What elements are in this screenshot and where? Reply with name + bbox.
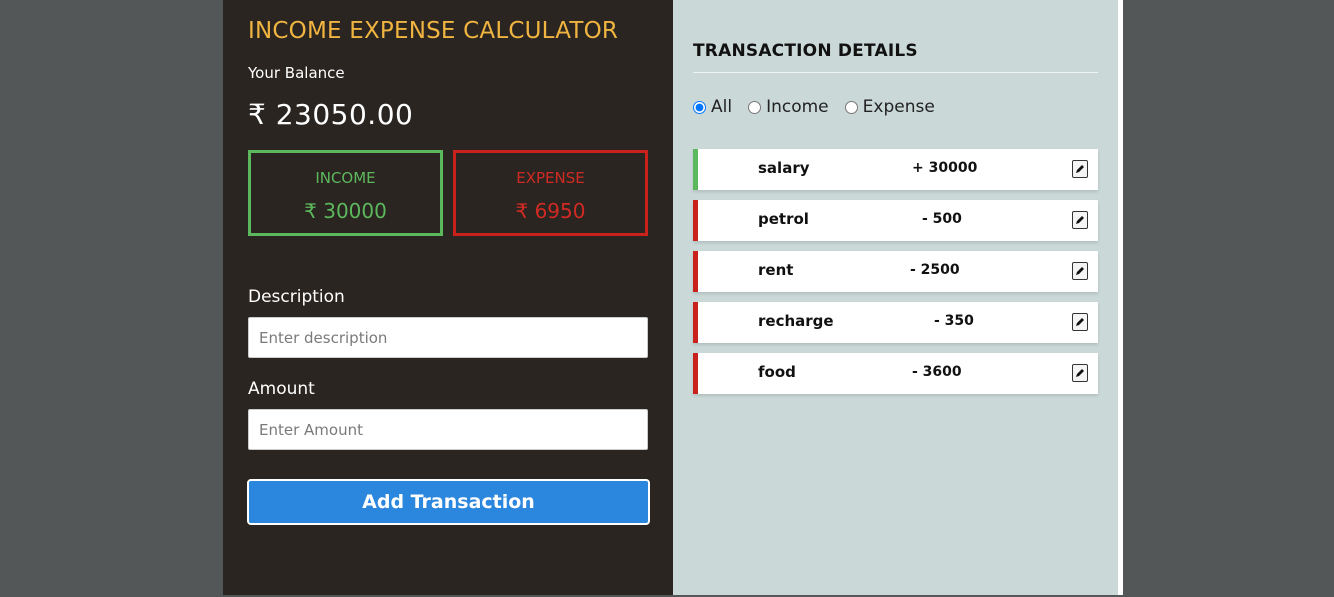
expense-value: ₹ 6950 — [515, 199, 586, 223]
description-label: Description — [248, 287, 345, 307]
pencil-icon — [1076, 369, 1084, 377]
transaction-name: petrol — [758, 210, 809, 228]
income-value: ₹ 30000 — [304, 199, 387, 223]
edit-transaction-button[interactable] — [1072, 160, 1088, 178]
transaction-name: food — [758, 363, 796, 381]
transaction-name: salary — [758, 159, 810, 177]
transaction-amount: - 500 — [922, 211, 962, 227]
calculator-panel: INCOME EXPENSE CALCULATOR Your Balance ₹… — [223, 0, 673, 595]
expense-label: EXPENSE — [516, 169, 585, 187]
right-edge — [1118, 0, 1123, 595]
transaction-filter: All Income Expense — [693, 97, 951, 117]
transaction-details-panel: TRANSACTION DETAILS All Income Expense s… — [673, 0, 1118, 595]
filter-all-radio[interactable] — [693, 100, 706, 114]
add-transaction-button[interactable]: Add Transaction — [247, 479, 650, 525]
app-title: INCOME EXPENSE CALCULATOR — [248, 18, 619, 44]
pencil-icon — [1076, 216, 1084, 224]
transaction-list: salary + 30000 petrol - 500 rent - 2500 … — [693, 149, 1098, 404]
filter-income-label: Income — [766, 97, 829, 117]
filter-expense-label: Expense — [862, 97, 935, 117]
filter-income-radio[interactable] — [748, 100, 762, 114]
edit-transaction-button[interactable] — [1072, 364, 1088, 382]
balance-value: ₹ 23050.00 — [248, 98, 414, 131]
filter-all-label: All — [711, 97, 733, 117]
filter-expense-radio[interactable] — [844, 100, 858, 114]
income-label: INCOME — [315, 169, 376, 187]
details-divider — [693, 72, 1098, 73]
edit-transaction-button[interactable] — [1072, 211, 1088, 229]
amount-input[interactable] — [248, 409, 648, 450]
transaction-amount: - 2500 — [910, 262, 960, 278]
transaction-row: recharge - 350 — [693, 302, 1098, 343]
transaction-name: recharge — [758, 312, 834, 330]
transaction-name: rent — [758, 261, 794, 279]
pencil-icon — [1076, 165, 1084, 173]
filter-all[interactable]: All — [693, 97, 732, 117]
details-title: TRANSACTION DETAILS — [693, 41, 918, 61]
transaction-amount: + 30000 — [912, 160, 978, 176]
transaction-amount: - 3600 — [912, 364, 962, 380]
transaction-row: rent - 2500 — [693, 251, 1098, 292]
edit-transaction-button[interactable] — [1072, 313, 1088, 331]
pencil-icon — [1076, 267, 1084, 275]
transaction-row: petrol - 500 — [693, 200, 1098, 241]
amount-label: Amount — [248, 379, 315, 399]
expense-summary-card: EXPENSE ₹ 6950 — [453, 150, 648, 236]
edit-transaction-button[interactable] — [1072, 262, 1088, 280]
transaction-row: food - 3600 — [693, 353, 1098, 394]
income-summary-card: INCOME ₹ 30000 — [248, 150, 443, 236]
pencil-icon — [1076, 318, 1084, 326]
filter-expense[interactable]: Expense — [844, 97, 935, 117]
transaction-amount: - 350 — [934, 313, 974, 329]
transaction-row: salary + 30000 — [693, 149, 1098, 190]
filter-income[interactable]: Income — [748, 97, 829, 117]
description-input[interactable] — [248, 317, 648, 358]
balance-label: Your Balance — [248, 64, 345, 82]
